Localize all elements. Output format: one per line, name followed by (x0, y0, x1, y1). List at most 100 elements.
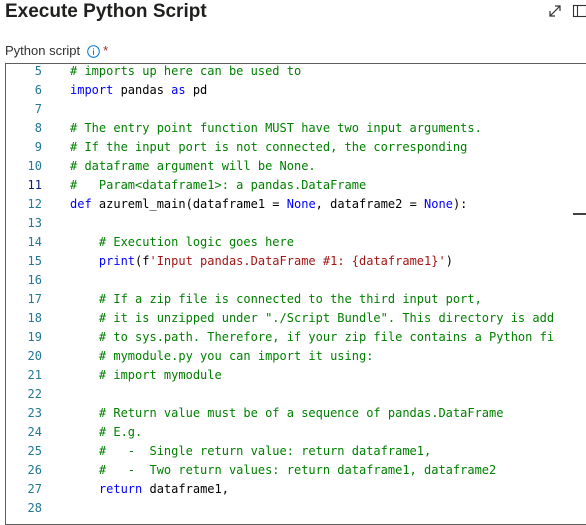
code-line[interactable]: 19 # to sys.path. Therefore, if your zip… (6, 328, 586, 347)
code-token: # E.g. (70, 425, 142, 439)
code-line[interactable]: 22 (6, 385, 586, 404)
line-code: # to sys.path. Therefore, if your zip fi… (70, 328, 554, 347)
side-panel-icon[interactable] (572, 3, 586, 19)
line-number: 11 (6, 176, 42, 195)
code-line[interactable]: 17 # If a zip file is connected to the t… (6, 290, 586, 309)
line-code: # it is unzipped under "./Script Bundle"… (70, 309, 554, 328)
code-token: # dataframe argument will be None. (70, 159, 316, 173)
code-line[interactable]: 6 import pandas as pd (6, 81, 586, 100)
code-token: pd (186, 83, 208, 97)
line-code: # import mymodule (70, 366, 222, 385)
code-token: None (287, 197, 316, 211)
line-number: 22 (6, 385, 42, 404)
line-code: import pandas as pd (70, 81, 207, 100)
line-number: 21 (6, 366, 42, 385)
line-code: # If the input port is not connected, th… (70, 138, 467, 157)
line-code: # E.g. (70, 423, 142, 442)
line-code: # If a zip file is connected to the thir… (70, 290, 482, 309)
code-line[interactable]: 18 # it is unzipped under "./Script Bund… (6, 309, 586, 328)
line-number: 27 (6, 480, 42, 499)
code-token: (f (135, 254, 149, 268)
code-token: import (70, 83, 113, 97)
line-number: 18 (6, 309, 42, 328)
code-token: # Param<dataframe1>: a pandas.DataFrame (70, 178, 366, 192)
line-code: def azureml_main(dataframe1 = None, data… (70, 195, 467, 214)
line-code: # Param<dataframe1>: a pandas.DataFrame (70, 176, 366, 195)
line-number: 19 (6, 328, 42, 347)
code-token: # Return value must be of a sequence of … (70, 406, 503, 420)
code-line[interactable]: 9 # If the input port is not connected, t… (6, 138, 586, 157)
code-line[interactable]: 12 def azureml_main(dataframe1 = None, da… (6, 195, 586, 214)
info-circle-icon[interactable] (87, 45, 100, 58)
code-line[interactable]: 16 (6, 271, 586, 290)
line-number: 5 (6, 63, 42, 81)
line-code: print(f'Input pandas.DataFrame #1: {data… (70, 252, 453, 271)
code-token: ): (453, 197, 467, 211)
code-token: 'Input pandas.DataFrame #1: {dataframe1}… (149, 254, 445, 268)
code-token: azureml_main(dataframe1 = (92, 197, 287, 211)
code-token: return (99, 482, 142, 496)
code-token: # import mymodule (70, 368, 222, 382)
code-token: # - Two return values: return dataframe1… (70, 463, 496, 477)
code-token: as (171, 83, 185, 97)
code-token: None (424, 197, 453, 211)
line-number: 13 (6, 214, 42, 233)
line-number: 8 (6, 119, 42, 138)
code-line[interactable]: 24 # E.g. (6, 423, 586, 442)
line-code: # mymodule.py you can import it using: (70, 347, 373, 366)
code-token: # If the input port is not connected, th… (70, 140, 467, 154)
line-code: # - Single return value: return datafram… (70, 442, 431, 461)
python-code-editor[interactable]: 5 # imports up here can be used to 6 import… (5, 63, 586, 525)
line-number: 6 (6, 81, 42, 100)
code-token: dataframe1, (142, 482, 229, 496)
python-script-field-label: Python script * (5, 42, 108, 60)
expand-diagonal-icon[interactable] (548, 4, 562, 18)
code-token (70, 482, 99, 496)
line-number: 14 (6, 233, 42, 252)
page-title: Execute Python Script (5, 0, 207, 24)
line-number: 9 (6, 138, 42, 157)
code-line[interactable]: 11 # Param<dataframe1>: a pandas.DataFram… (6, 176, 586, 195)
code-line[interactable]: 15 print(f'Input pandas.DataFrame #1: {d… (6, 252, 586, 271)
code-token: # If a zip file is connected to the thir… (70, 292, 482, 306)
line-number: 26 (6, 461, 42, 480)
code-line[interactable]: 7 (6, 100, 586, 119)
code-token: ) (446, 254, 453, 268)
line-number: 25 (6, 442, 42, 461)
code-token: print (99, 254, 135, 268)
code-token: # Execution logic goes here (70, 235, 294, 249)
code-line[interactable]: 25 # - Single return value: return dataf… (6, 442, 586, 461)
code-line[interactable]: 20 # mymodule.py you can import it using… (6, 347, 586, 366)
code-line[interactable]: 13 (6, 214, 586, 233)
code-line[interactable]: 21 # import mymodule (6, 366, 586, 385)
line-number: 10 (6, 157, 42, 176)
code-line[interactable]: 23 # Return value must be of a sequence … (6, 404, 586, 423)
line-code: # Return value must be of a sequence of … (70, 404, 503, 423)
required-marker: * (103, 42, 108, 60)
line-number: 17 (6, 290, 42, 309)
code-line[interactable]: 8 # The entry point function MUST have tw… (6, 119, 586, 138)
code-line[interactable]: 27 return dataframe1, (6, 480, 586, 499)
code-line[interactable]: 26 # - Two return values: return datafra… (6, 461, 586, 480)
line-code: # imports up here can be used to (70, 63, 301, 81)
code-token: , dataframe2 = (316, 197, 424, 211)
line-number: 16 (6, 271, 42, 290)
line-number: 15 (6, 252, 42, 271)
code-token (70, 254, 99, 268)
code-line[interactable]: 5 # imports up here can be used to (6, 63, 586, 81)
code-token: # it is unzipped under "./Script Bundle"… (70, 311, 554, 325)
code-line[interactable]: 14 # Execution logic goes here (6, 233, 586, 252)
line-number: 28 (6, 499, 42, 518)
code-token: # to sys.path. Therefore, if your zip fi… (70, 330, 554, 344)
code-line[interactable]: 10 # dataframe argument will be None. (6, 157, 586, 176)
code-token: # mymodule.py you can import it using: (70, 349, 373, 363)
line-code: # dataframe argument will be None. (70, 157, 316, 176)
line-number: 23 (6, 404, 42, 423)
code-line[interactable]: 28 (6, 499, 586, 518)
line-code: # The entry point function MUST have two… (70, 119, 482, 138)
overview-ruler-cursor-marker (573, 213, 586, 215)
line-number: 12 (6, 195, 42, 214)
code-token: # imports up here can be used to (70, 64, 301, 78)
line-number: 24 (6, 423, 42, 442)
line-number: 7 (6, 100, 42, 119)
